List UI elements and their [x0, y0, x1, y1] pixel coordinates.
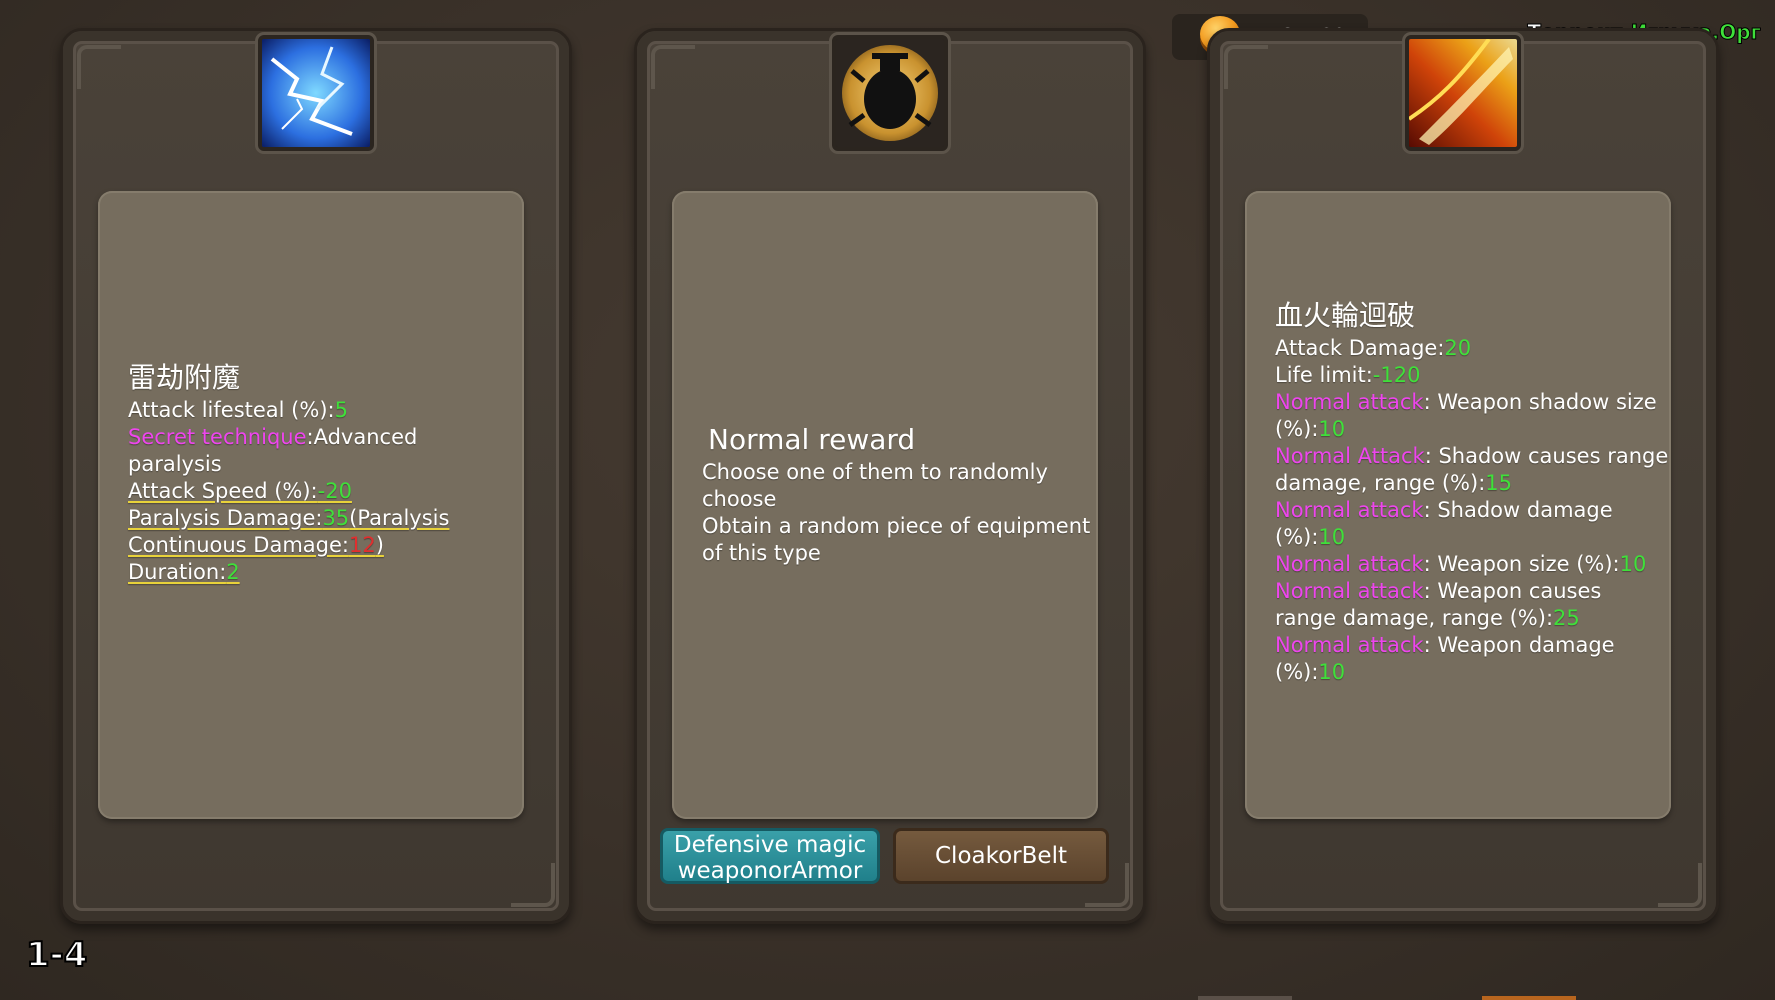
stat-line: Normal attack: Shadow damage: [1275, 498, 1613, 522]
description-line: of this type: [702, 541, 821, 565]
stat-line: damage, range (%):15: [1275, 471, 1513, 495]
reward-card-fire[interactable]: 血火輪迴破 Attack Damage:20 Life limit:-120 N…: [1207, 28, 1719, 924]
defensive-magic-weapon-armor-button[interactable]: Defensive magic weaponorArmor: [660, 828, 880, 884]
reward-card-normal[interactable]: Normal reward Choose one of them to rand…: [634, 28, 1146, 924]
description-line: Obtain a random piece of equipment: [702, 514, 1091, 538]
stat-line: Paralysis Damage:35(Paralysis: [128, 506, 450, 530]
lightning-icon: [258, 35, 374, 151]
card-title: Normal reward: [708, 423, 916, 456]
cloak-or-belt-button[interactable]: CloakorBelt: [893, 828, 1109, 884]
stat-line: (%):10: [1275, 525, 1346, 549]
stat-line: Attack lifesteal (%):5: [128, 398, 348, 422]
fire-slash-icon: [1405, 35, 1521, 151]
stat-line: paralysis: [128, 452, 222, 476]
stat-line: Normal attack: Weapon damage: [1275, 633, 1615, 657]
reward-card-lightning[interactable]: 雷劫附魔 Attack lifesteal (%):5 Secret techn…: [60, 28, 572, 924]
stat-line: Duration:2: [128, 560, 240, 584]
card-details: 血火輪迴破 Attack Damage:20 Life limit:-120 N…: [1275, 299, 1668, 686]
description-line: choose: [702, 487, 777, 511]
stat-line: Attack Damage:20: [1275, 336, 1472, 360]
stat-line: Normal Attack: Shadow causes range: [1275, 444, 1669, 468]
stat-line: (%):10: [1275, 417, 1346, 441]
card-details: Normal reward Choose one of them to rand…: [702, 423, 1090, 567]
stat-line: (%):10: [1275, 660, 1346, 684]
stat-line: Continuous Damage:12): [128, 533, 384, 557]
card-panel: Normal reward Choose one of them to rand…: [672, 191, 1098, 819]
stage-label: 1-4: [25, 934, 88, 976]
stat-line: Life limit:-120: [1275, 363, 1421, 387]
game-screen: 35180 Торрент-Игруха.Орг: [0, 0, 1775, 1000]
armor-silhouette-icon: [832, 35, 948, 151]
bottom-indicator: [1198, 996, 1292, 1000]
stat-line: Secret technique:Advanced: [128, 425, 418, 449]
stat-line: range damage, range (%):25: [1275, 606, 1580, 630]
card-details: 雷劫附魔 Attack lifesteal (%):5 Secret techn…: [128, 361, 449, 586]
stat-line: Normal attack: Weapon shadow size: [1275, 390, 1657, 414]
stat-line: Normal attack: Weapon size (%):10: [1275, 552, 1647, 576]
card-title: 血火輪迴破: [1275, 299, 1416, 332]
card-panel: 雷劫附魔 Attack lifesteal (%):5 Secret techn…: [98, 191, 524, 819]
stat-line: Attack Speed (%):-20: [128, 479, 352, 503]
stat-line: Normal attack: Weapon causes: [1275, 579, 1602, 603]
card-title: 雷劫附魔: [128, 361, 241, 394]
card-panel: 血火輪迴破 Attack Damage:20 Life limit:-120 N…: [1245, 191, 1671, 819]
bottom-indicator-active: [1482, 996, 1576, 1000]
description-line: Choose one of them to randomly: [702, 460, 1048, 484]
